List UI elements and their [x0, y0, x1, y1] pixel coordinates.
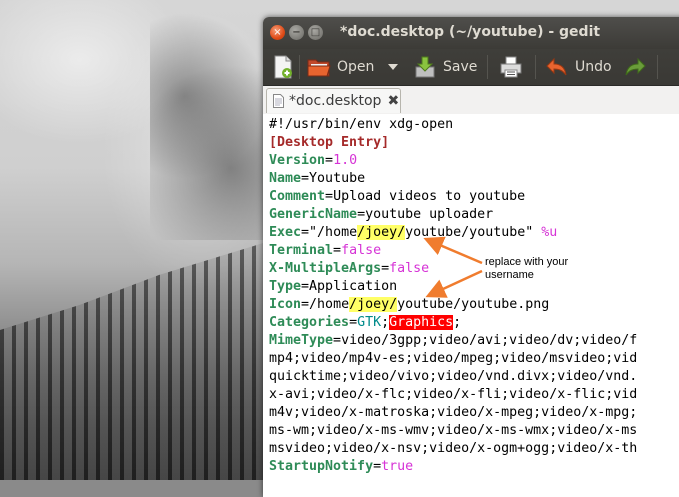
- tab-label: *doc.desktop: [289, 93, 382, 109]
- key: Type: [269, 279, 302, 294]
- value: true: [381, 459, 414, 474]
- value: GTK: [357, 315, 382, 330]
- code-line: quicktime;video/vivo;video/vnd.divx;vide…: [269, 368, 679, 386]
- value: x-avi;video/x-flc;video/x-fli;video/x-fl…: [269, 387, 638, 402]
- annotation-line: replace with your: [485, 256, 569, 268]
- value: false: [389, 261, 430, 276]
- toolbar: Open Save Undo: [263, 49, 679, 86]
- code-line: #!/usr/bin/env xdg-open: [269, 116, 679, 134]
- open-button[interactable]: Open: [307, 54, 374, 80]
- key: StartupNotify: [269, 459, 374, 474]
- code-line: Terminal=false: [269, 243, 382, 258]
- code-line: m4v;video/x-matroska;video/x-mpeg;video/…: [269, 404, 679, 422]
- redo-icon: [625, 57, 646, 76]
- toolbar-separator: [535, 55, 536, 79]
- text-file-icon: [273, 94, 284, 108]
- section-header: [Desktop Entry]: [269, 135, 390, 150]
- code-line: Icon=/home/joey/youtube/youtube.png: [269, 297, 550, 312]
- new-document-icon: [274, 55, 292, 79]
- new-document-button[interactable]: [273, 54, 293, 80]
- redo-button[interactable]: [623, 54, 647, 80]
- value: /home: [309, 297, 350, 312]
- value: Youtube: [309, 171, 366, 186]
- code-line: [Desktop Entry]: [269, 134, 679, 152]
- tab-bar: *doc.desktop ✖: [263, 86, 679, 115]
- minimize-window-button[interactable]: −: [289, 25, 304, 40]
- chevron-down-icon: [388, 64, 398, 70]
- tab-doc-desktop[interactable]: *doc.desktop ✖: [266, 88, 401, 113]
- save-icon: [415, 56, 435, 78]
- code-line: Categories=GTK;Graphics;: [269, 315, 462, 330]
- username-highlight: /joey/: [357, 225, 406, 240]
- undo-button[interactable]: Undo: [545, 54, 612, 80]
- value: ms-wm;video/x-ms-wmv;video/x-ms-wmx;vide…: [269, 423, 638, 438]
- annotation-note: replace with your username: [485, 256, 568, 282]
- value: false: [341, 243, 382, 258]
- code-line: MimeType=video/3gpp;video/avi;video/dv;v…: [269, 333, 638, 348]
- open-folder-icon: [307, 59, 331, 77]
- code-line: ms-wm;video/x-ms-wmv;video/x-ms-wmx;vide…: [269, 422, 679, 440]
- value: ;: [453, 315, 462, 330]
- key: Terminal: [269, 243, 334, 258]
- key: Comment: [269, 189, 326, 204]
- key: Name: [269, 171, 302, 186]
- code-line: Exec="/home/joey/youtube/youtube" %u: [269, 225, 558, 240]
- print-icon: [500, 56, 522, 78]
- value: youtube uploader: [365, 207, 494, 222]
- code-line: X-MultipleArgs=false: [269, 261, 430, 276]
- undo-icon: [546, 57, 567, 76]
- value: youtube/youtube": [405, 225, 542, 240]
- text-editor[interactable]: #!/usr/bin/env xdg-open [Desktop Entry] Ve…: [263, 114, 679, 497]
- value: video/3gpp;video/avi;video/dv;video/f: [341, 333, 638, 348]
- key: Version: [269, 153, 326, 168]
- code-line: GenericName=youtube uploader: [269, 207, 494, 222]
- value: "/home: [309, 225, 358, 240]
- key: Icon: [269, 297, 302, 312]
- code-line: x-avi;video/x-flc;video/x-fli;video/x-fl…: [269, 386, 679, 404]
- key: X-MultipleArgs: [269, 261, 382, 276]
- undo-label: Undo: [575, 59, 612, 75]
- save-label: Save: [443, 59, 478, 75]
- gedit-window: × − □ *doc.desktop (~/youtube) - gedit O…: [263, 17, 679, 497]
- code-line: Name=Youtube: [269, 171, 366, 186]
- error-highlight: Graphics: [389, 315, 454, 330]
- code-line: StartupNotify=true: [269, 459, 414, 474]
- code-line: mp4;video/mp4v-es;video/mpeg;video/msvid…: [269, 350, 679, 368]
- toolbar-separator: [657, 55, 658, 79]
- value: 1.0: [333, 153, 358, 168]
- value: ;: [381, 315, 390, 330]
- value: msvideo;video/x-nsv;video/x-ogm+ogg;vide…: [269, 441, 638, 456]
- desktop-tree: [150, 0, 265, 240]
- maximize-window-button[interactable]: □: [308, 25, 323, 40]
- value: Upload videos to youtube: [333, 189, 526, 204]
- code-line: msvideo;video/x-nsv;video/x-ogm+ogg;vide…: [269, 440, 679, 458]
- value: m4v;video/x-matroska;video/x-mpeg;video/…: [269, 405, 638, 420]
- open-label: Open: [337, 59, 375, 75]
- save-button[interactable]: Save: [413, 54, 477, 80]
- key: Categories: [269, 315, 350, 330]
- code-line: Type=Application: [269, 279, 398, 294]
- code-line: Version=1.0: [269, 153, 358, 168]
- toolbar-separator: [487, 55, 488, 79]
- annotation-line: username: [485, 269, 534, 281]
- value: youtube/youtube.png: [397, 297, 550, 312]
- key: MimeType: [269, 333, 334, 348]
- code-line: Comment=Upload videos to youtube: [269, 189, 526, 204]
- close-window-button[interactable]: ×: [270, 25, 285, 40]
- username-highlight: /joey/: [349, 297, 398, 312]
- shebang: #!/usr/bin/env xdg-open: [269, 117, 454, 132]
- field-code: %u: [541, 225, 558, 240]
- window-title: *doc.desktop (~/youtube) - gedit: [340, 24, 601, 40]
- close-tab-icon[interactable]: ✖: [387, 93, 399, 109]
- value: mp4;video/mp4v-es;video/mpeg;video/msvid…: [269, 351, 638, 366]
- title-bar[interactable]: × − □ *doc.desktop (~/youtube) - gedit: [263, 17, 679, 49]
- open-recent-dropdown[interactable]: [387, 54, 399, 80]
- value: quicktime;video/vivo;video/vnd.divx;vide…: [269, 369, 638, 384]
- toolbar-separator: [299, 55, 300, 79]
- key: Exec: [269, 225, 302, 240]
- print-button[interactable]: [499, 54, 523, 80]
- value: Application: [309, 279, 398, 294]
- key: GenericName: [269, 207, 358, 222]
